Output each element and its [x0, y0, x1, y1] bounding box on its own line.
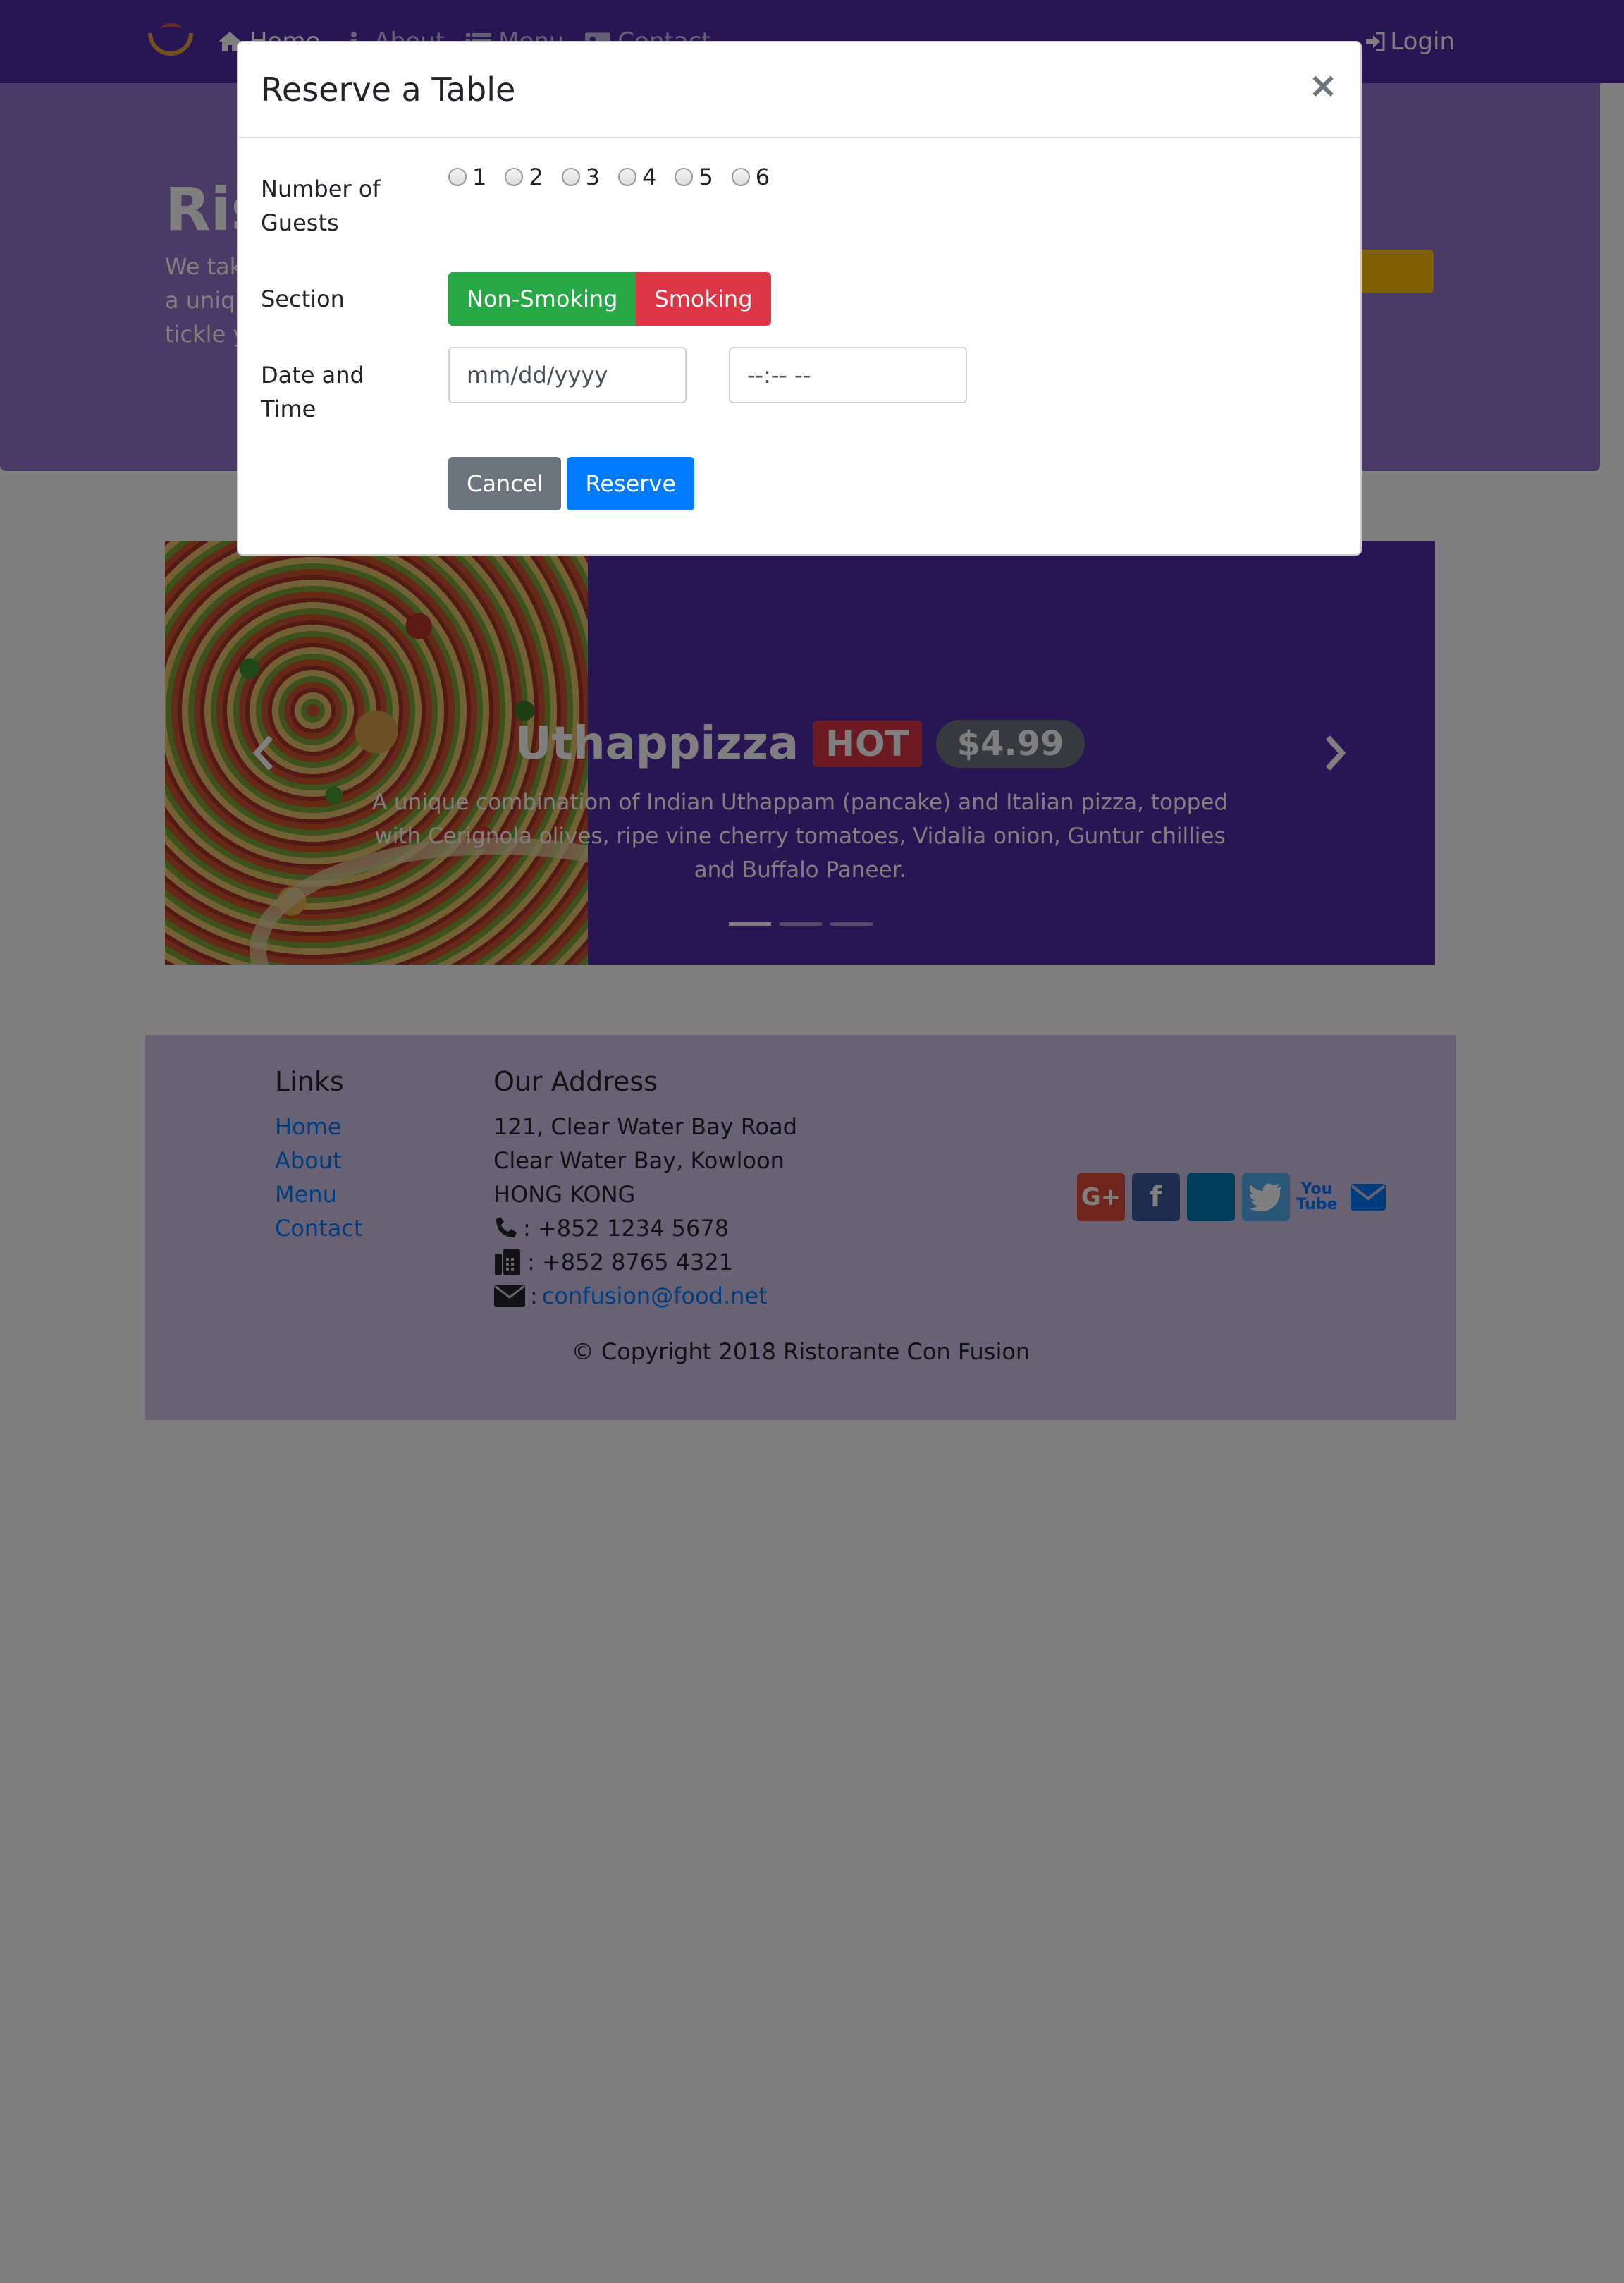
radio-button[interactable] — [448, 168, 467, 186]
modal-actions: Cancel Reserve — [448, 457, 695, 510]
non-smoking-button[interactable]: Non-Smoking — [448, 272, 636, 326]
guests-label: Number of Guests — [261, 176, 381, 236]
radio-button[interactable] — [618, 168, 637, 186]
guests-option-6[interactable]: 6 — [731, 164, 770, 190]
radio-button[interactable] — [675, 168, 694, 186]
guests-option-1[interactable]: 1 — [448, 164, 486, 190]
guests-radio-group: 1 2 3 4 5 6 — [448, 164, 770, 190]
guests-option-label: 2 — [529, 164, 543, 190]
section-toggle-group: Non-Smoking Smoking — [448, 272, 771, 326]
guests-option-5[interactable]: 5 — [675, 164, 713, 190]
close-icon[interactable]: × — [1308, 65, 1338, 106]
guests-option-label: 4 — [642, 164, 657, 190]
modal-title: Reserve a Table — [261, 71, 516, 109]
guests-option-4[interactable]: 4 — [618, 164, 656, 190]
modal-header: Reserve a Table × — [238, 42, 1360, 138]
guests-option-label: 5 — [699, 164, 713, 190]
radio-button[interactable] — [561, 168, 580, 186]
smoking-button[interactable]: Smoking — [636, 272, 771, 326]
reserve-table-modal: Reserve a Table × Number of Guests 1 2 3… — [237, 41, 1362, 556]
guests-option-label: 3 — [585, 164, 601, 190]
time-input[interactable]: --:-- -- — [729, 347, 967, 403]
datetime-label: Date and Time — [261, 362, 364, 422]
radio-button[interactable] — [505, 168, 524, 186]
guests-option-2[interactable]: 2 — [505, 164, 543, 190]
reserve-button[interactable]: Reserve — [567, 457, 695, 510]
radio-button[interactable] — [731, 168, 750, 186]
section-label: Section — [261, 286, 345, 312]
guests-option-label: 1 — [472, 164, 487, 190]
guests-option-3[interactable]: 3 — [561, 164, 601, 190]
date-input[interactable]: mm/dd/yyyy — [448, 347, 687, 403]
guests-option-label: 6 — [755, 164, 770, 190]
cancel-button[interactable]: Cancel — [448, 457, 562, 510]
